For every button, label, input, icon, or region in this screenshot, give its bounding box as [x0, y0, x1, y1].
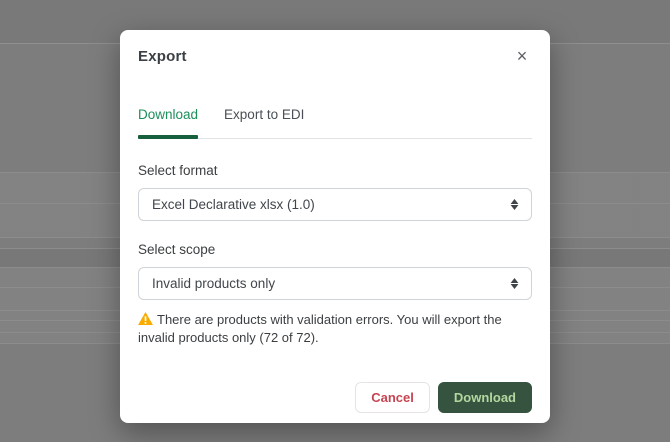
scope-select[interactable]: Invalid products only: [138, 267, 532, 300]
dialog-footer: Cancel Download: [355, 382, 532, 413]
dialog-title: Export: [138, 48, 187, 65]
modal-backdrop[interactable]: Export × Download Export to EDI Select f…: [0, 0, 670, 442]
format-select-value: Excel Declarative xlsx (1.0): [152, 197, 315, 212]
validation-warning: There are products with validation error…: [138, 311, 536, 346]
export-dialog: Export × Download Export to EDI Select f…: [120, 30, 550, 423]
chevron-up-down-icon: [510, 278, 519, 289]
select-format-label: Select format: [138, 163, 218, 178]
tab-bar: Download Export to EDI: [138, 107, 532, 139]
scope-select-value: Invalid products only: [152, 276, 276, 291]
dialog-header: Export ×: [138, 46, 532, 66]
download-button[interactable]: Download: [437, 382, 532, 413]
tab-export-to-edi[interactable]: Export to EDI: [224, 107, 304, 138]
cancel-button[interactable]: Cancel: [355, 382, 430, 413]
warning-triangle-icon: [138, 312, 153, 329]
validation-warning-text: There are products with validation error…: [138, 312, 502, 345]
select-scope-label: Select scope: [138, 242, 216, 257]
close-icon[interactable]: ×: [510, 44, 534, 68]
format-select[interactable]: Excel Declarative xlsx (1.0): [138, 188, 532, 221]
tab-download[interactable]: Download: [138, 107, 199, 139]
chevron-up-down-icon: [510, 199, 519, 210]
